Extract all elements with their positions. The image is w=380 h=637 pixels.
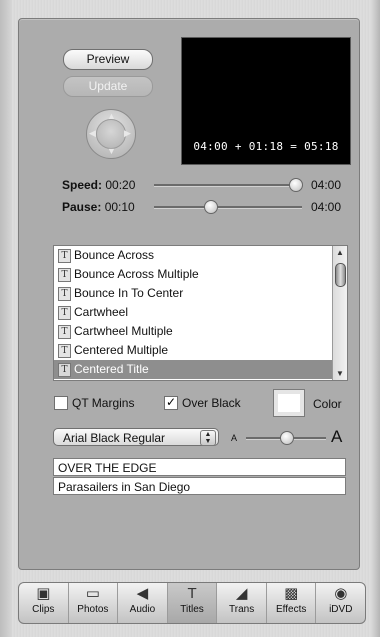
title-icon: T (58, 344, 71, 358)
window-edge-left (0, 0, 12, 637)
clips-icon: ▣ (36, 585, 51, 602)
arrow-right-icon[interactable]: ▶ (124, 129, 131, 138)
list-item[interactable]: T Bounce Across (54, 246, 347, 265)
list-item[interactable]: T Cartwheel Multiple (54, 322, 347, 341)
list-item-label: Bounce Across (74, 248, 155, 262)
tab-label: Clips (32, 604, 55, 615)
list-item-label: Centered Title (74, 362, 149, 376)
window-edge-right (372, 0, 380, 637)
list-item-label: Centered Multiple (74, 343, 169, 357)
direction-pad[interactable]: ▲ ▼ ◀ ▶ (86, 109, 136, 159)
select-stepper-icon: ▲ ▼ (200, 430, 216, 446)
title-icon: T (58, 287, 71, 301)
list-item-label: Bounce Across Multiple (74, 267, 199, 281)
pane-toolbar: ▣ Clips ▭ Photos ◀ Audio T Titles ◢ Trans ▩ Effects… (18, 582, 366, 624)
preview-monitor: 04:00 + 01:18 = 05:18 (181, 37, 351, 165)
trans-icon: ◢ (235, 585, 248, 602)
speed-label-text: Speed: (62, 178, 103, 192)
tab-label: Effects (275, 604, 307, 615)
list-item[interactable]: T Bounce Across Multiple (54, 265, 347, 284)
font-size-slider-knob[interactable] (280, 431, 294, 445)
list-item[interactable]: T Centered Title (54, 360, 347, 379)
tab-effects[interactable]: ▩ Effects (267, 583, 317, 623)
tab-label: iDVD (329, 604, 353, 615)
list-item-label: Bounce In To Center (74, 286, 184, 300)
tab-label: Titles (180, 604, 204, 615)
pause-value: 00:10 (104, 200, 135, 214)
speed-slider-track[interactable] (154, 184, 302, 187)
over-black-checkbox[interactable]: ✓ (164, 396, 178, 410)
pause-label-text: Pause: (62, 200, 102, 214)
title-style-items: T Bounce Across T Bounce Across Multiple T Bo… (54, 246, 347, 379)
update-button[interactable]: Update (63, 76, 153, 97)
tab-label: Trans (229, 604, 255, 615)
tab-photos[interactable]: ▭ Photos (69, 583, 119, 623)
list-item[interactable]: T Centered Multiple (54, 341, 347, 360)
scroll-down-icon[interactable]: ▼ (333, 369, 347, 378)
font-size-small-label: A (231, 433, 238, 443)
tab-label: Photos (77, 604, 109, 615)
list-scrollbar[interactable]: ▲ ▼ (332, 246, 347, 380)
title-icon: T (58, 363, 71, 377)
scroll-thumb[interactable] (335, 263, 346, 287)
scroll-up-icon[interactable]: ▲ (333, 248, 347, 257)
pause-label: Pause: 00:10 (62, 200, 135, 214)
titles-icon: T (187, 585, 197, 602)
tab-trans[interactable]: ◢ Trans (217, 583, 267, 623)
preview-button[interactable]: Preview (63, 49, 153, 70)
title-text-field[interactable]: OVER THE EDGE (53, 458, 346, 476)
tab-audio[interactable]: ◀ Audio (118, 583, 168, 623)
title-icon: T (58, 249, 71, 263)
pause-slider-track[interactable] (154, 206, 302, 209)
title-icon: T (58, 306, 71, 320)
font-size-large-label: A (331, 427, 343, 446)
tab-clips[interactable]: ▣ Clips (19, 583, 69, 623)
speed-max: 04:00 (311, 178, 342, 192)
speed-slider-knob[interactable] (288, 178, 303, 192)
timecode-readout: 04:00 + 01:18 = 05:18 (193, 140, 339, 153)
speed-value: 00:20 (105, 178, 136, 192)
font-select-value: Arial Black Regular (63, 431, 166, 445)
tab-idvd[interactable]: ◉ iDVD (316, 583, 365, 623)
arrow-down-icon[interactable]: ▼ (107, 147, 116, 156)
font-select[interactable]: Arial Black Regular ▲ ▼ (53, 428, 219, 446)
title-icon: T (58, 268, 71, 282)
over-black-label: Over Black (182, 396, 241, 410)
list-item[interactable]: T Cartwheel (54, 303, 347, 322)
list-item-label: Cartwheel (74, 305, 129, 319)
audio-icon: ◀ (136, 585, 149, 602)
speed-label: Speed: 00:20 (62, 178, 135, 192)
subtitle-text-field[interactable]: Parasailers in San Diego (53, 477, 346, 495)
qt-margins-label: QT Margins (72, 396, 135, 410)
arrow-up-icon[interactable]: ▲ (107, 112, 116, 121)
title-icon: T (58, 325, 71, 339)
arrow-left-icon[interactable]: ◀ (89, 129, 96, 138)
idvd-icon: ◉ (334, 585, 348, 602)
effects-icon: ▩ (284, 585, 299, 602)
tab-label: Audio (129, 604, 156, 615)
title-style-list[interactable]: T Bounce Across T Bounce Across Multiple T Bo… (53, 245, 348, 381)
list-item[interactable]: T Bounce In To Center (54, 284, 347, 303)
qt-margins-checkbox[interactable] (54, 396, 68, 410)
pause-max: 04:00 (311, 200, 342, 214)
tab-titles[interactable]: T Titles (167, 583, 218, 623)
color-swatch[interactable] (273, 389, 305, 417)
list-item-label: Cartwheel Multiple (74, 324, 173, 338)
direction-pad-center[interactable] (96, 119, 126, 149)
photos-icon: ▭ (85, 585, 100, 602)
color-label: Color (313, 397, 342, 411)
